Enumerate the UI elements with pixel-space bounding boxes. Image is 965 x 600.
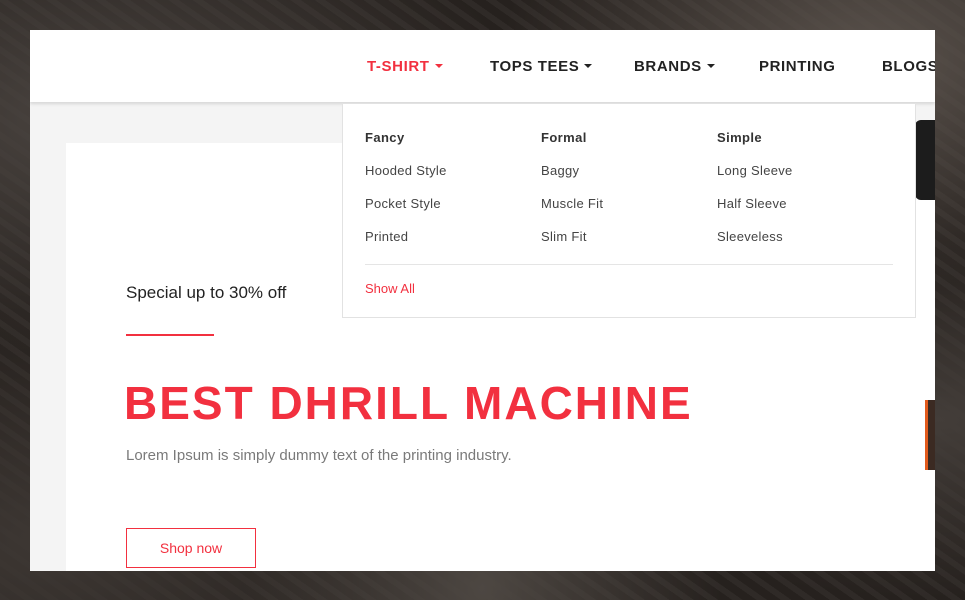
nav-label: BLOGS: [882, 58, 935, 75]
menu-column-formal: Formal Baggy Muscle Fit Slim Fit: [541, 130, 603, 249]
menu-divider: [365, 264, 893, 265]
nav-label: BRANDS: [634, 58, 702, 75]
hero-headline: BEST DHRILL MACHINE: [124, 377, 693, 429]
shop-now-button[interactable]: Shop now: [126, 528, 256, 568]
nav-label: T-SHIRT: [367, 58, 430, 75]
nav-label: TOPS TEES: [490, 58, 580, 75]
hero-description: Lorem Ipsum is simply dummy text of the …: [126, 447, 512, 464]
tagline-underline: [126, 334, 214, 336]
menu-column-fancy: Fancy Hooded Style Pocket Style Printed: [365, 130, 447, 249]
menu-link-hooded-style[interactable]: Hooded Style: [365, 163, 447, 183]
menu-link-slim-fit[interactable]: Slim Fit: [541, 229, 603, 249]
menu-column-title: Simple: [717, 130, 763, 145]
menu-link-pocket-style[interactable]: Pocket Style: [365, 196, 447, 216]
main-header: T-SHIRT TOPS TEES BRANDS PRINTING BLOGS: [30, 30, 935, 102]
nav-item-t-shirt[interactable]: T-SHIRT: [367, 58, 443, 78]
hero-tagline: Special up to 30% off: [126, 283, 287, 302]
nav-item-blogs[interactable]: BLOGS: [882, 58, 935, 78]
nav-item-tops-tees[interactable]: TOPS TEES: [490, 58, 593, 78]
menu-link-baggy[interactable]: Baggy: [541, 163, 603, 183]
menu-column-title: Fancy: [365, 130, 405, 145]
caret-down-icon: [584, 64, 593, 68]
menu-link-sleeveless[interactable]: Sleeveless: [717, 229, 793, 249]
nav-item-brands[interactable]: BRANDS: [634, 58, 715, 78]
menu-link-printed[interactable]: Printed: [365, 229, 447, 249]
page-frame: T-SHIRT TOPS TEES BRANDS PRINTING BLOGS …: [30, 30, 935, 571]
caret-down-icon: [706, 64, 715, 68]
nav-item-printing[interactable]: PRINTING: [759, 58, 835, 78]
show-all-link[interactable]: Show All: [365, 281, 415, 296]
menu-link-muscle-fit[interactable]: Muscle Fit: [541, 196, 603, 216]
menu-column-simple: Simple Long Sleeve Half Sleeve Sleeveles…: [717, 130, 793, 249]
menu-link-long-sleeve[interactable]: Long Sleeve: [717, 163, 793, 183]
caret-down-icon: [434, 64, 443, 68]
mega-menu-dropdown: Fancy Hooded Style Pocket Style Printed …: [342, 103, 916, 318]
menu-link-half-sleeve[interactable]: Half Sleeve: [717, 196, 793, 216]
nav-label: PRINTING: [759, 58, 836, 75]
menu-column-title: Formal: [541, 130, 587, 145]
tool-image-edge: [925, 400, 935, 470]
drill-image-edge: [915, 120, 935, 200]
